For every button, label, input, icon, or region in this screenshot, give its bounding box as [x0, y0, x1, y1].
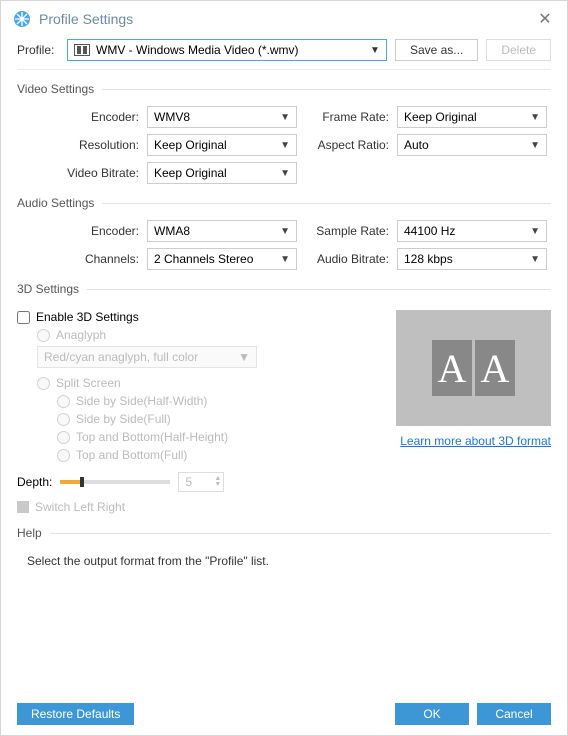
footer: Restore Defaults OK Cancel	[1, 693, 567, 735]
anaglyph-radio: Anaglyph	[17, 328, 380, 342]
video-bitrate-label: Video Bitrate:	[17, 166, 147, 180]
audio-encoder-select[interactable]: WMA8▼	[147, 220, 297, 242]
section-title-help: Help	[17, 526, 551, 540]
sample-rate-select[interactable]: 44100 Hz▼	[397, 220, 547, 242]
chevron-down-icon: ▼	[370, 45, 380, 56]
frame-rate-select[interactable]: Keep Original▼	[397, 106, 547, 128]
top-full-radio: Top and Bottom(Full)	[17, 448, 380, 462]
audio-bitrate-label: Audio Bitrate:	[297, 252, 397, 266]
content-area: Video Settings Encoder: WMV8▼ Frame Rate…	[1, 70, 567, 693]
cancel-button[interactable]: Cancel	[477, 703, 551, 725]
channels-select[interactable]: 2 Channels Stereo▼	[147, 248, 297, 270]
section-title-audio: Audio Settings	[17, 196, 551, 210]
video-bitrate-select[interactable]: Keep Original▼	[147, 162, 297, 184]
split-screen-radio: Split Screen	[17, 376, 380, 390]
3d-settings-area: Enable 3D Settings Anaglyph Red/cyan ana…	[17, 306, 551, 514]
depth-row: Depth: 5 ▲▼	[17, 472, 380, 492]
depth-slider[interactable]	[60, 480, 170, 484]
chevron-down-icon: ▼	[530, 254, 540, 265]
close-icon[interactable]: ✕	[535, 9, 555, 29]
switch-lr-checkbox: Switch Left Right	[17, 500, 380, 514]
chevron-down-icon: ▼	[238, 350, 250, 364]
aspect-ratio-label: Aspect Ratio:	[297, 138, 397, 152]
side-full-radio: Side by Side(Full)	[17, 412, 380, 426]
profile-select[interactable]: WMV - Windows Media Video (*.wmv) ▼	[67, 39, 387, 61]
section-title-video: Video Settings	[17, 82, 551, 96]
profile-settings-window: Profile Settings ✕ Profile: WMV - Window…	[0, 0, 568, 736]
resolution-select[interactable]: Keep Original▼	[147, 134, 297, 156]
enable-3d-checkbox[interactable]: Enable 3D Settings	[17, 310, 380, 324]
chevron-down-icon: ▼	[280, 254, 290, 265]
section-title-3d: 3D Settings	[17, 282, 551, 296]
depth-label: Depth:	[17, 475, 52, 489]
titlebar: Profile Settings ✕	[1, 1, 567, 35]
chevron-down-icon: ▼	[280, 226, 290, 237]
top-half-radio: Top and Bottom(Half-Height)	[17, 430, 380, 444]
profile-row: Profile: WMV - Windows Media Video (*.wm…	[1, 35, 567, 69]
chevron-down-icon: ▼	[530, 226, 540, 237]
delete-button: Delete	[486, 39, 551, 61]
depth-stepper: 5 ▲▼	[178, 472, 224, 492]
chevron-down-icon: ▼	[280, 112, 290, 123]
profile-label: Profile:	[17, 43, 59, 57]
app-icon	[13, 10, 31, 28]
profile-selected-text: WMV - Windows Media Video (*.wmv)	[96, 43, 299, 57]
audio-settings-grid: Encoder: WMA8▼ Sample Rate: 44100 Hz▼ Ch…	[17, 220, 551, 270]
learn-more-link[interactable]: Learn more about 3D format	[396, 434, 551, 448]
anaglyph-option-select: Red/cyan anaglyph, full color▼	[37, 346, 257, 368]
aspect-ratio-select[interactable]: Auto▼	[397, 134, 547, 156]
chevron-down-icon: ▼	[530, 140, 540, 151]
chevron-down-icon: ▼	[280, 140, 290, 151]
chevron-down-icon: ▼	[530, 112, 540, 123]
help-text: Select the output format from the "Profi…	[17, 550, 551, 568]
checkbox-icon	[17, 501, 29, 513]
audio-encoder-label: Encoder:	[17, 224, 147, 238]
sample-rate-label: Sample Rate:	[297, 224, 397, 238]
restore-defaults-button[interactable]: Restore Defaults	[17, 703, 134, 725]
video-settings-grid: Encoder: WMV8▼ Frame Rate: Keep Original…	[17, 106, 551, 184]
audio-bitrate-select[interactable]: 128 kbps▼	[397, 248, 547, 270]
channels-label: Channels:	[17, 252, 147, 266]
chevron-down-icon: ▼	[280, 168, 290, 179]
video-encoder-label: Encoder:	[17, 110, 147, 124]
side-half-radio: Side by Side(Half-Width)	[17, 394, 380, 408]
video-encoder-select[interactable]: WMV8▼	[147, 106, 297, 128]
3d-preview: AA	[396, 310, 551, 426]
frame-rate-label: Frame Rate:	[297, 110, 397, 124]
save-as-button[interactable]: Save as...	[395, 39, 478, 61]
ok-button[interactable]: OK	[395, 703, 469, 725]
window-title: Profile Settings	[39, 11, 535, 27]
format-icon	[74, 44, 90, 56]
resolution-label: Resolution:	[17, 138, 147, 152]
